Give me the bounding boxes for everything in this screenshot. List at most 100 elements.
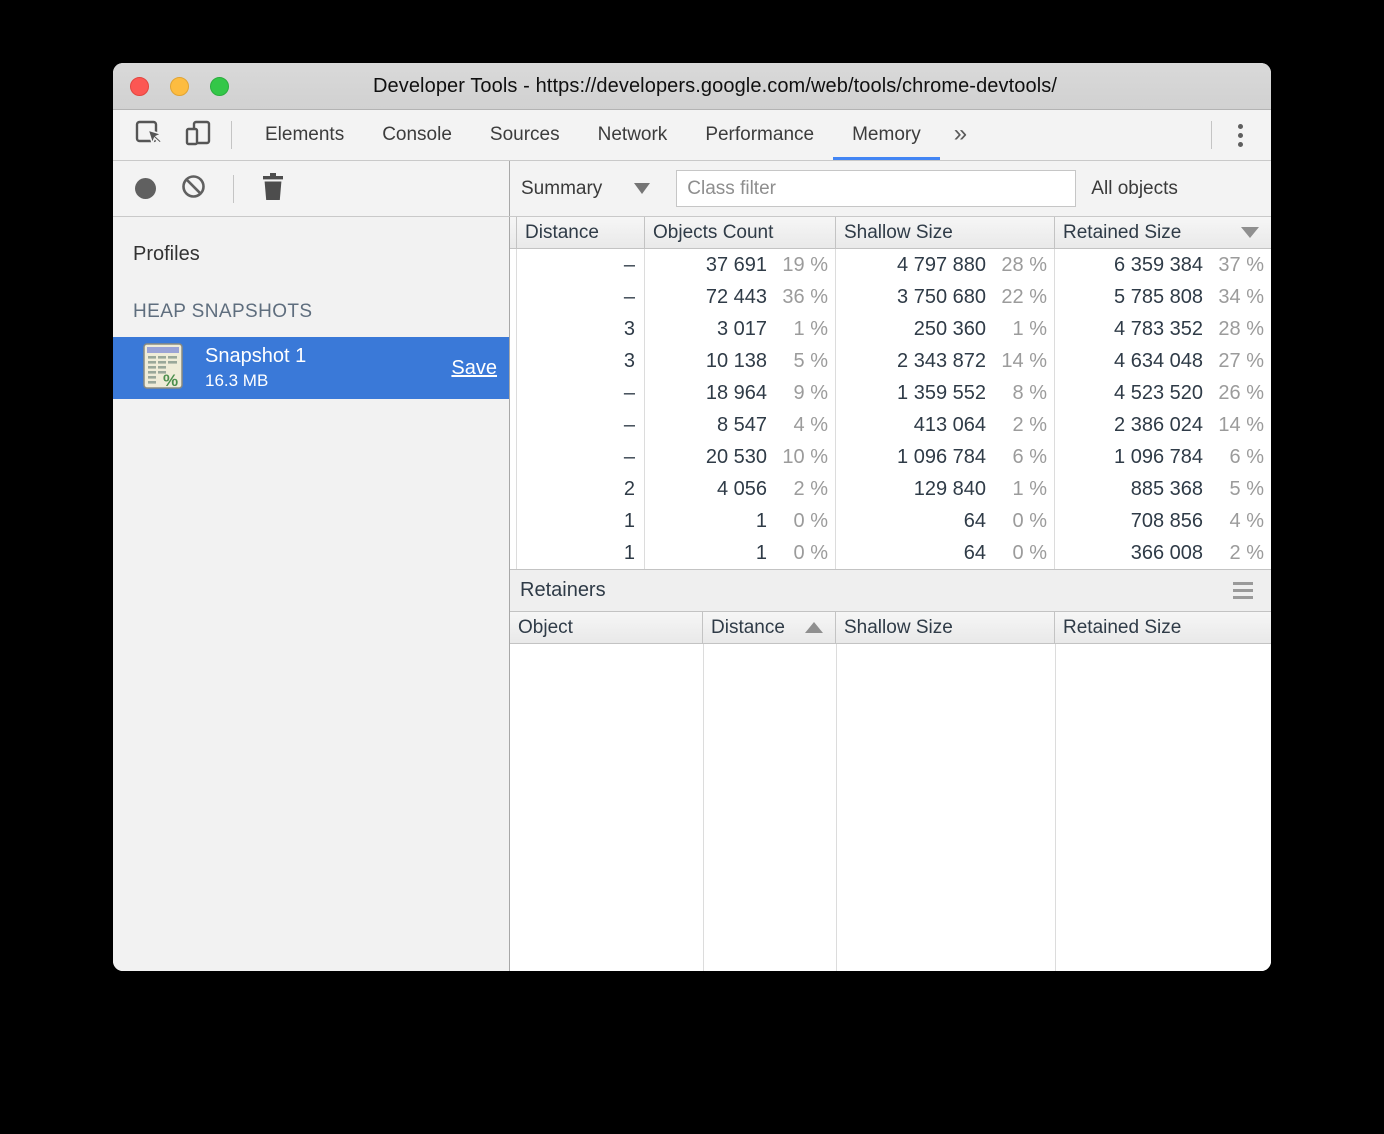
retained-size-cell: 366 008 2 % xyxy=(1055,537,1271,569)
retainers-column-shallow-size[interactable]: Shallow Size xyxy=(836,612,1055,643)
objects-count-value: 3 017 xyxy=(716,317,767,340)
heap-table-row[interactable]: 3 10 138 5 % 2 343 872 14 % 4 634 048 27… xyxy=(510,345,1271,377)
heap-table-row[interactable]: – 37 691 19 % 4 797 880 28 % 6 359 384 3… xyxy=(510,249,1271,281)
chevron-down-icon[interactable] xyxy=(634,183,651,194)
heap-table-body: – 37 691 19 % 4 797 880 28 % 6 359 384 3… xyxy=(510,249,1271,569)
tab-sources[interactable]: Sources xyxy=(471,110,579,160)
retained-size-cell: 1 096 784 6 % xyxy=(1055,441,1271,473)
objects-count-percent: 0 % xyxy=(793,509,828,532)
clear-profiles-icon[interactable] xyxy=(181,174,206,204)
column-header-objects-count[interactable]: Objects Count xyxy=(645,217,836,248)
shallow-size-percent: 6 % xyxy=(1012,445,1047,468)
tab-memory[interactable]: Memory xyxy=(833,110,940,160)
objects-count-cell: 8 547 4 % xyxy=(645,409,836,441)
heap-table-row[interactable]: – 72 443 36 % 3 750 680 22 % 5 785 808 3… xyxy=(510,281,1271,313)
objects-count-cell: 4 056 2 % xyxy=(645,473,836,505)
tab-performance[interactable]: Performance xyxy=(686,110,833,160)
objects-count-cell: 37 691 19 % xyxy=(645,249,836,281)
heap-table-row[interactable]: – 18 964 9 % 1 359 552 8 % 4 523 520 26 … xyxy=(510,377,1271,409)
constructor-column-stub[interactable] xyxy=(510,217,517,248)
distance-cell: 1 xyxy=(517,505,645,537)
retainers-section-header: Retainers xyxy=(510,569,1271,612)
traffic-lights xyxy=(130,63,229,109)
window-titlebar[interactable]: Developer Tools - https://developers.goo… xyxy=(113,63,1271,110)
objects-count-percent: 9 % xyxy=(793,381,828,404)
shallow-size-cell: 413 064 2 % xyxy=(836,409,1055,441)
more-panels-icon[interactable]: » xyxy=(940,110,981,160)
heap-table-row[interactable]: – 8 547 4 % 413 064 2 % 2 386 024 14 % xyxy=(510,409,1271,441)
retainers-column-retained-size[interactable]: Retained Size xyxy=(1055,612,1271,643)
retained-size-percent: 26 % xyxy=(1218,381,1264,404)
shallow-size-value: 413 064 xyxy=(913,413,986,436)
retained-size-cell: 708 856 4 % xyxy=(1055,505,1271,537)
shallow-size-value: 1 096 784 xyxy=(897,445,986,468)
retained-size-percent: 4 % xyxy=(1229,509,1264,532)
minimize-window-button[interactable] xyxy=(170,76,189,96)
shallow-size-percent: 1 % xyxy=(1012,317,1047,340)
objects-count-cell: 1 0 % xyxy=(645,537,836,569)
objects-count-cell: 20 530 10 % xyxy=(645,441,836,473)
constructor-cell-stub xyxy=(510,313,517,345)
sort-descending-icon xyxy=(1241,227,1259,238)
shallow-size-cell: 1 096 784 6 % xyxy=(836,441,1055,473)
tab-network[interactable]: Network xyxy=(579,110,687,160)
save-snapshot-link[interactable]: Save xyxy=(451,357,497,380)
distance-cell: – xyxy=(517,409,645,441)
distance-cell: 1 xyxy=(517,537,645,569)
class-filter-input[interactable] xyxy=(676,170,1077,207)
column-header-shallow-size[interactable]: Shallow Size xyxy=(836,217,1055,248)
close-window-button[interactable] xyxy=(130,76,149,96)
objects-count-value: 10 138 xyxy=(705,349,767,372)
tab-elements[interactable]: Elements xyxy=(246,110,363,160)
shallow-size-percent: 1 % xyxy=(1012,477,1047,500)
snapshot-name: Snapshot 1 xyxy=(205,345,307,367)
distance-cell: 3 xyxy=(517,313,645,345)
retained-size-cell: 4 523 520 26 % xyxy=(1055,377,1271,409)
tab-console[interactable]: Console xyxy=(363,110,471,160)
heap-table-row[interactable]: 2 4 056 2 % 129 840 1 % 885 368 5 % xyxy=(510,473,1271,505)
objects-count-cell: 72 443 36 % xyxy=(645,281,836,313)
objects-count-value: 72 443 xyxy=(705,285,767,308)
memory-toolbar: Summary All objects xyxy=(113,161,1271,217)
heap-table-row[interactable]: 3 3 017 1 % 250 360 1 % 4 783 352 28 % xyxy=(510,313,1271,345)
retained-size-cell: 2 386 024 14 % xyxy=(1055,409,1271,441)
retainers-empty-area[interactable] xyxy=(510,644,1271,971)
retainers-menu-icon[interactable] xyxy=(1229,578,1257,603)
retainers-title: Retainers xyxy=(520,579,606,601)
perspective-select[interactable]: Summary xyxy=(521,178,602,200)
retained-size-cell: 885 368 5 % xyxy=(1055,473,1271,505)
objects-count-cell: 18 964 9 % xyxy=(645,377,836,409)
device-toolbar-icon[interactable] xyxy=(184,119,211,152)
shallow-size-value: 129 840 xyxy=(913,477,986,500)
column-divider xyxy=(836,644,837,971)
all-objects-select[interactable]: All objects xyxy=(1091,178,1178,200)
profiles-label: Profiles xyxy=(133,243,200,265)
snapshot-list-item[interactable]: % Snapshot 1 16.3 MB Save xyxy=(113,337,509,399)
heap-table-row[interactable]: 1 1 0 % 64 0 % 366 008 2 % xyxy=(510,537,1271,569)
heap-snapshots-heading: HEAP SNAPSHOTS xyxy=(133,301,313,322)
retainers-column-object[interactable]: Object xyxy=(510,612,703,643)
objects-count-percent: 0 % xyxy=(793,541,828,564)
retainers-column-distance[interactable]: Distance xyxy=(703,612,836,643)
shallow-size-value: 250 360 xyxy=(913,317,986,340)
toolbar-divider xyxy=(231,121,232,149)
inspect-element-icon[interactable] xyxy=(135,119,164,152)
heap-table-row[interactable]: – 20 530 10 % 1 096 784 6 % 1 096 784 6 … xyxy=(510,441,1271,473)
retained-size-percent: 34 % xyxy=(1218,285,1264,308)
record-heap-icon[interactable] xyxy=(135,178,156,199)
shallow-size-value: 1 359 552 xyxy=(897,381,986,404)
column-header-distance[interactable]: Distance xyxy=(517,217,645,248)
devtools-menu-icon[interactable] xyxy=(1234,120,1247,151)
column-header-retained-size[interactable]: Retained Size xyxy=(1055,217,1271,248)
distance-cell: 3 xyxy=(517,345,645,377)
zoom-window-button[interactable] xyxy=(210,76,229,96)
toolbar-divider xyxy=(233,174,234,203)
objects-count-percent: 5 % xyxy=(793,349,828,372)
shallow-size-cell: 4 797 880 28 % xyxy=(836,249,1055,281)
shallow-size-percent: 14 % xyxy=(1001,349,1047,372)
shallow-size-value: 64 xyxy=(963,509,986,532)
delete-snapshot-icon[interactable] xyxy=(261,172,285,206)
constructor-cell-stub xyxy=(510,409,517,441)
heap-table-row[interactable]: 1 1 0 % 64 0 % 708 856 4 % xyxy=(510,505,1271,537)
objects-count-value: 1 xyxy=(755,541,767,564)
